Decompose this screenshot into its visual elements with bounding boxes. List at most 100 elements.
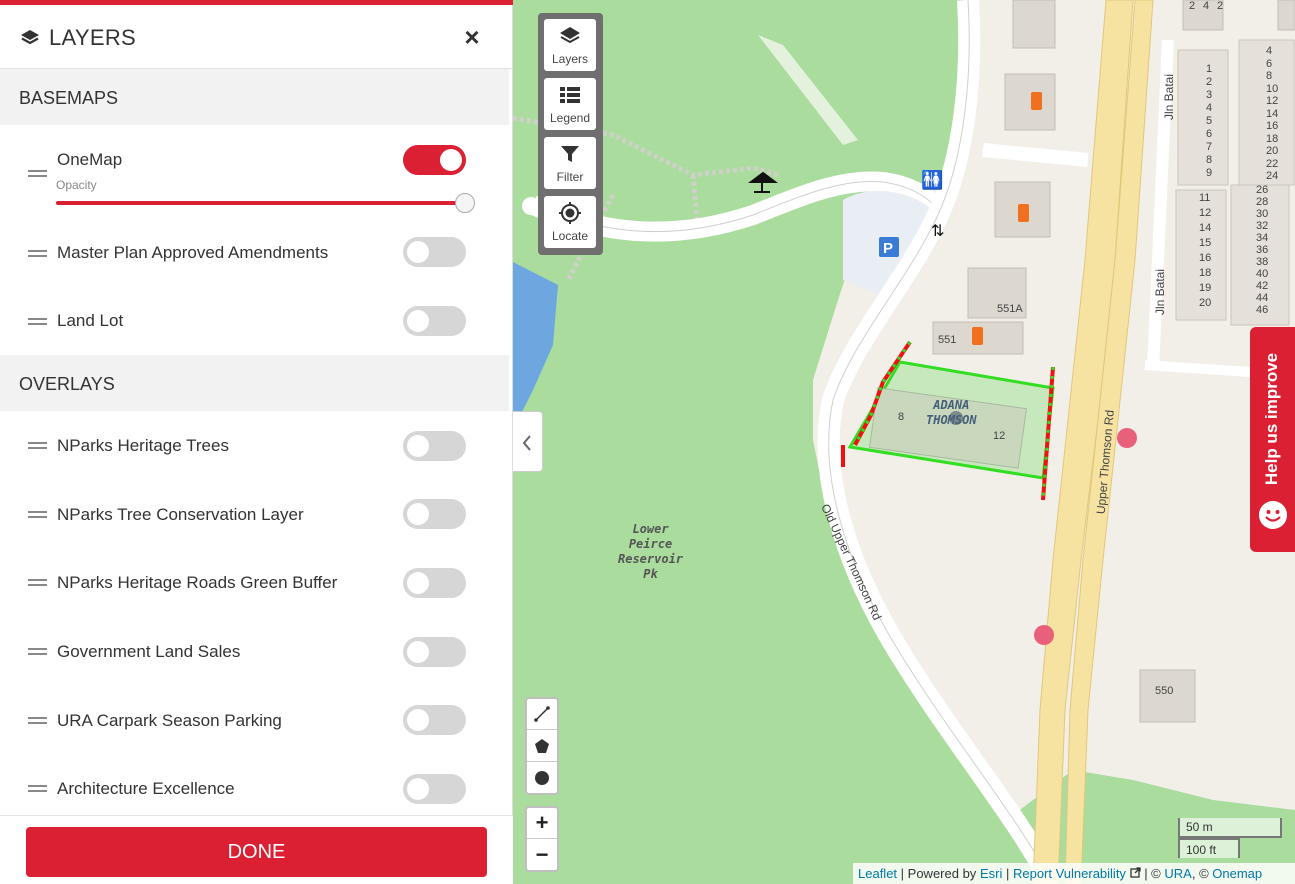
house-number: 46 xyxy=(1256,304,1269,316)
filter-tool-label: Filter xyxy=(556,170,584,184)
external-link-icon xyxy=(1129,867,1141,878)
drag-handle[interactable] xyxy=(28,648,47,655)
house-number: 9 xyxy=(1206,167,1213,179)
toggle-heritage-roads[interactable] xyxy=(403,568,466,598)
drag-handle[interactable] xyxy=(28,442,47,449)
drag-handle[interactable] xyxy=(28,170,47,177)
map-tool-group: Layers Legend Filter Locate xyxy=(538,13,603,255)
separator: | xyxy=(1005,866,1010,881)
house-number: 16 xyxy=(1199,252,1212,264)
polyline-icon xyxy=(534,706,550,722)
leaflet-link[interactable]: Leaflet xyxy=(858,866,897,881)
ura-link[interactable]: URA xyxy=(1164,866,1191,881)
map-basemap[interactable]: P 🚻 ⇅ xyxy=(513,0,1295,884)
opacity-slider-thumb[interactable] xyxy=(455,193,475,213)
circle-icon xyxy=(535,771,549,785)
house-number: 34 xyxy=(1256,232,1269,244)
draw-circle-button[interactable] xyxy=(527,763,557,794)
toggle-govt-land-sales[interactable] xyxy=(403,637,466,667)
toggle-heritage-trees[interactable] xyxy=(403,431,466,461)
house-number: 44 xyxy=(1256,292,1269,304)
locate-crosshair-icon xyxy=(559,202,581,224)
draw-line-button[interactable] xyxy=(527,699,557,730)
toggle-onemap[interactable] xyxy=(403,145,466,175)
collapse-panel-button[interactable] xyxy=(513,411,543,472)
svg-text:🚻: 🚻 xyxy=(921,169,943,191)
building-551a: 551A xyxy=(997,303,1023,315)
panel-footer: DONE xyxy=(0,815,513,884)
drag-handle[interactable] xyxy=(28,318,47,325)
drag-handle[interactable] xyxy=(28,579,47,586)
zoom-out-button[interactable]: − xyxy=(527,840,557,871)
copyright-ura-text: | © xyxy=(1144,866,1161,881)
layers-tool-label: Layers xyxy=(551,52,589,66)
house-number: 5 xyxy=(1206,115,1213,127)
help-tab-label: Help us improve xyxy=(1262,352,1281,486)
house-number: 22 xyxy=(1266,157,1279,170)
zoom-in-button[interactable]: + xyxy=(527,808,557,839)
map-view[interactable]: P 🚻 ⇅ Lower Peirce Reservoir Pk ADANA TH… xyxy=(513,0,1295,884)
house-number: 2 xyxy=(1189,0,1196,12)
layer-label: NParks Tree Conservation Layer xyxy=(57,505,304,524)
polygon-icon xyxy=(535,739,549,753)
basemaps-heading-label: BASEMAPS xyxy=(19,88,119,108)
layer-row-tree-conservation: NParks Tree Conservation Layer xyxy=(0,484,509,544)
house-number: 16 xyxy=(1266,120,1279,132)
panel-header: LAYERS × xyxy=(0,5,513,69)
toggle-master-plan[interactable] xyxy=(403,237,466,267)
house-number: 6 xyxy=(1206,128,1213,140)
drag-handle[interactable] xyxy=(28,250,47,257)
toggle-architecture-excellence[interactable] xyxy=(403,774,466,804)
building-12: 12 xyxy=(993,430,1006,442)
road-label-jln-batai-2: Jln Batai xyxy=(1153,268,1168,316)
close-button[interactable]: × xyxy=(458,23,486,51)
layer-row-architecture-excellence: Architecture Excellence xyxy=(0,758,509,818)
house-number: 24 xyxy=(1266,170,1279,182)
draw-polygon-button[interactable] xyxy=(527,731,557,762)
drag-handle[interactable] xyxy=(28,511,47,518)
house-number: 15 xyxy=(1199,237,1212,249)
building-551: 551 xyxy=(938,334,957,346)
house-number: 36 xyxy=(1256,244,1269,256)
report-vulnerability-link[interactable]: Report Vulnerability xyxy=(1013,866,1126,881)
road-label-jln-batai-1: Jln Batai xyxy=(1162,73,1177,121)
locate-tool-button[interactable]: Locate xyxy=(544,196,596,248)
toggle-season-parking[interactable] xyxy=(403,705,466,735)
toggle-knob xyxy=(407,435,429,457)
layer-label: NParks Heritage Roads Green Buffer xyxy=(57,573,338,592)
house-number: 2 xyxy=(1206,76,1213,88)
house-number: 18 xyxy=(1199,267,1212,279)
legend-list-icon xyxy=(560,87,580,103)
layer-label: URA Carpark Season Parking xyxy=(57,711,282,730)
help-us-improve-tab[interactable]: Help us improve xyxy=(1250,327,1295,552)
app: LAYERS × BASEMAPS OneMap Opacity Master … xyxy=(0,0,1295,884)
filter-tool-button[interactable]: Filter xyxy=(544,137,596,189)
onemap-link[interactable]: Onemap xyxy=(1212,866,1262,881)
house-number: 4 xyxy=(1206,102,1213,114)
layers-tool-button[interactable]: Layers xyxy=(544,19,596,71)
site-label: ADANA THOMSON xyxy=(926,398,977,427)
toggle-knob xyxy=(407,572,429,594)
panel-title: LAYERS xyxy=(49,25,136,50)
opacity-slider-track[interactable] xyxy=(56,201,466,205)
overlays-heading: OVERLAYS xyxy=(0,355,509,411)
esri-link[interactable]: Esri xyxy=(980,866,1002,881)
legend-tool-button[interactable]: Legend xyxy=(544,78,596,130)
done-button[interactable]: DONE xyxy=(26,827,487,877)
copyright-onemap-text: , © xyxy=(1191,866,1209,881)
house-number: 10 xyxy=(1266,82,1279,95)
toggle-knob xyxy=(407,641,429,663)
house-number: 2 xyxy=(1217,0,1224,12)
basemaps-heading: BASEMAPS xyxy=(0,69,509,125)
map-attribution: Leaflet | Powered by Esri | Report Vulne… xyxy=(853,863,1295,884)
house-number: 8 xyxy=(1206,154,1213,166)
svg-text:P: P xyxy=(883,240,893,257)
house-number: 8 xyxy=(1266,70,1273,82)
layers-panel: LAYERS × BASEMAPS OneMap Opacity Master … xyxy=(0,0,513,884)
toggle-land-lot[interactable] xyxy=(403,306,466,336)
layer-row-land-lot: Land Lot xyxy=(0,290,509,350)
drag-handle[interactable] xyxy=(28,785,47,792)
drag-handle[interactable] xyxy=(28,717,47,724)
toggle-tree-conservation[interactable] xyxy=(403,499,466,529)
draw-toolbar xyxy=(525,697,559,795)
